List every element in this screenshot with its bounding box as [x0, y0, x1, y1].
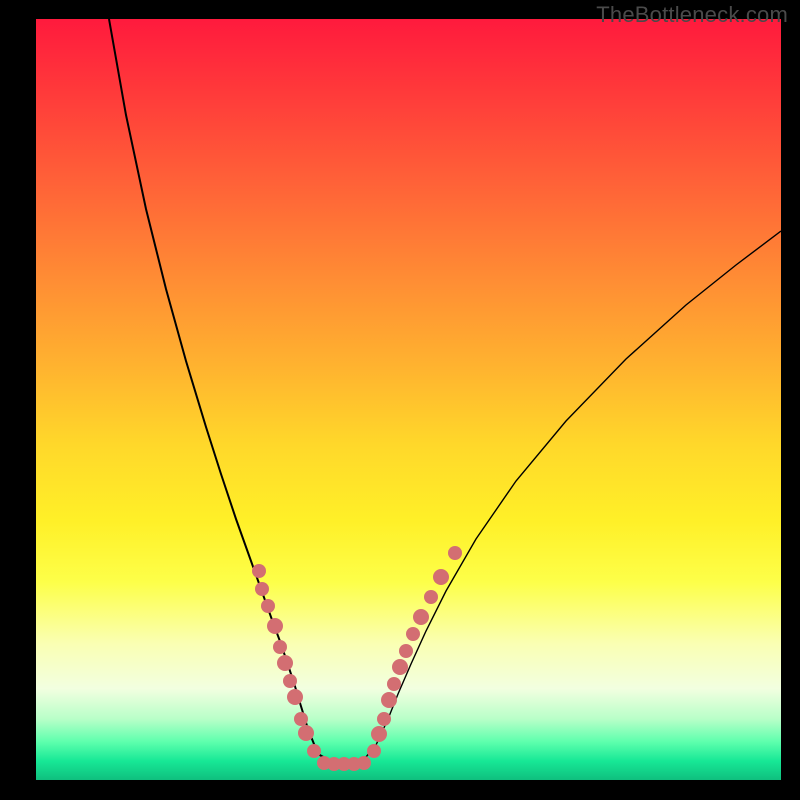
data-point-dot — [283, 674, 297, 688]
data-point-dot — [287, 689, 303, 705]
data-point-dot — [357, 756, 371, 770]
data-point-dot — [433, 569, 449, 585]
flat-bottom-dots — [317, 756, 371, 771]
data-point-dot — [392, 659, 408, 675]
data-point-dot — [255, 582, 269, 596]
data-point-dot — [367, 744, 381, 758]
chart-svg — [36, 19, 781, 780]
chart-frame: TheBottleneck.com — [0, 0, 800, 800]
data-point-dot — [294, 712, 308, 726]
data-point-dot — [267, 618, 283, 634]
data-point-dot — [252, 564, 266, 578]
watermark-text: TheBottleneck.com — [596, 2, 788, 28]
plot-area — [36, 19, 781, 780]
data-point-dot — [424, 590, 438, 604]
data-point-dot — [399, 644, 413, 658]
data-point-dot — [298, 725, 314, 741]
data-point-dot — [406, 627, 420, 641]
data-point-dot — [273, 640, 287, 654]
data-point-dot — [277, 655, 293, 671]
data-point-dot — [413, 609, 429, 625]
left-curve-line — [109, 19, 336, 764]
data-point-dot — [448, 546, 462, 560]
right-curve-dots — [367, 546, 462, 758]
data-point-dot — [387, 677, 401, 691]
data-point-dot — [307, 744, 321, 758]
left-curve-dots — [252, 564, 321, 758]
right-curve-line — [361, 231, 781, 763]
data-point-dot — [381, 692, 397, 708]
data-point-dot — [377, 712, 391, 726]
data-point-dot — [371, 726, 387, 742]
data-point-dot — [261, 599, 275, 613]
